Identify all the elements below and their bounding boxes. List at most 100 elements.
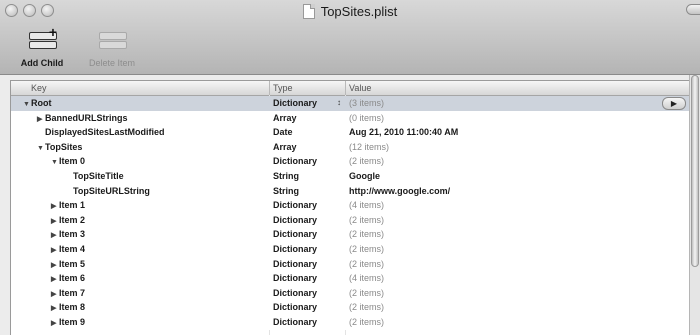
column-header-value[interactable]: Value bbox=[345, 81, 371, 95]
key-label: Item 9 bbox=[59, 316, 86, 327]
key-cell[interactable]: ▶ Item 7 bbox=[11, 288, 85, 298]
key-label: Item 4 bbox=[59, 243, 86, 254]
disclosure-closed-icon[interactable]: ▶ bbox=[51, 304, 59, 312]
key-cell[interactable]: ▶ Item 2 bbox=[11, 215, 85, 225]
value-cell[interactable]: http://www.google.com/ bbox=[349, 186, 450, 196]
value-cell[interactable]: (2 items) bbox=[349, 244, 384, 254]
key-cell[interactable]: ▶ Item 9 bbox=[11, 317, 85, 327]
type-cell[interactable]: Dictionary bbox=[273, 215, 317, 225]
disclosure-open-icon[interactable]: ▼ bbox=[51, 159, 59, 166]
value-cell[interactable]: (2 items) bbox=[349, 229, 384, 239]
value-cell[interactable]: (3 items) bbox=[349, 98, 384, 108]
value-cell[interactable]: Aug 21, 2010 11:00:40 AM bbox=[349, 127, 458, 137]
table-row[interactable]: ▶ Item 2 Dictionary (2 items) bbox=[11, 212, 689, 228]
key-label: Item 5 bbox=[59, 258, 86, 269]
table-row[interactable]: ▶ Item 7 Dictionary (2 items) bbox=[11, 285, 689, 301]
type-cell[interactable]: Dictionary bbox=[273, 259, 317, 269]
type-cell[interactable]: Dictionary bbox=[273, 288, 317, 298]
plist-editor-window: TopSites.plist + Add Child Delete Item K… bbox=[0, 0, 700, 335]
table-row[interactable]: ▶ Item 1 Dictionary (4 items) bbox=[11, 198, 689, 213]
key-cell[interactable]: ▶ Item 3 bbox=[11, 229, 85, 239]
table-row[interactable]: ▶ Item 5 Dictionary (2 items) bbox=[11, 256, 689, 272]
table-row[interactable]: DisplayedSitesLastModified Date Aug 21, 20… bbox=[11, 125, 689, 140]
key-label: Item 3 bbox=[59, 229, 86, 240]
table-row[interactable]: ▶ Item 8 Dictionary (2 items) bbox=[11, 300, 689, 315]
type-cell[interactable]: Array bbox=[273, 113, 297, 123]
table-row[interactable]: ▶ Item 3 Dictionary (2 items) bbox=[11, 227, 689, 242]
key-cell[interactable]: ▶ Item 6 bbox=[11, 273, 85, 283]
type-cell[interactable]: Dictionary bbox=[273, 317, 317, 327]
key-label: Item 2 bbox=[59, 214, 86, 225]
disclosure-closed-icon[interactable]: ▶ bbox=[51, 231, 59, 239]
table-row[interactable]: TopSiteURLString String http://www.google.… bbox=[11, 183, 689, 199]
type-popup-icon[interactable]: ↕ bbox=[337, 98, 341, 107]
type-cell[interactable]: String bbox=[273, 171, 299, 181]
key-cell[interactable]: ▶ Item 1 bbox=[11, 200, 85, 210]
type-cell[interactable]: Dictionary bbox=[273, 200, 317, 210]
type-cell[interactable]: String bbox=[273, 186, 299, 196]
type-cell[interactable]: Dictionary bbox=[273, 156, 317, 166]
type-cell[interactable]: Dictionary bbox=[273, 302, 317, 312]
value-cell[interactable]: (2 items) bbox=[349, 302, 384, 312]
key-cell[interactable]: ▼Item 0 bbox=[11, 156, 85, 166]
key-cell[interactable]: ▼Root bbox=[11, 98, 52, 108]
add-child-button[interactable]: + Add Child bbox=[4, 25, 80, 72]
add-child-label: Add Child bbox=[20, 58, 64, 68]
key-cell[interactable]: DisplayedSitesLastModified bbox=[11, 127, 165, 137]
window-title-area: TopSites.plist bbox=[0, 1, 700, 21]
column-header-type[interactable]: Type bbox=[269, 81, 293, 95]
key-cell[interactable]: ▶ BannedURLStrings bbox=[11, 113, 128, 123]
value-cell[interactable]: (2 items) bbox=[349, 215, 384, 225]
table-body: ▼Root Dictionary ↕ (3 items) ▶ BannedURLStrin… bbox=[11, 96, 689, 330]
key-label: TopSiteTitle bbox=[73, 170, 124, 181]
key-cell[interactable]: ▼TopSites bbox=[11, 142, 82, 152]
table-row[interactable]: ▶ Item 6 Dictionary (4 items) bbox=[11, 271, 689, 286]
value-cell[interactable]: (0 items) bbox=[349, 113, 384, 123]
key-cell[interactable]: TopSiteTitle bbox=[11, 171, 124, 181]
disclosure-closed-icon[interactable]: ▶ bbox=[51, 202, 59, 210]
value-cell[interactable]: (4 items) bbox=[349, 200, 384, 210]
disclosure-closed-icon[interactable]: ▶ bbox=[51, 217, 59, 225]
key-cell[interactable]: ▶ Item 5 bbox=[11, 259, 85, 269]
disclosure-closed-icon[interactable]: ▶ bbox=[51, 246, 59, 254]
column-header-key[interactable]: Key bbox=[31, 83, 47, 93]
table-row[interactable]: ▶ BannedURLStrings Array (0 items) bbox=[11, 110, 689, 126]
table-row[interactable]: ▼Root Dictionary ↕ (3 items) bbox=[11, 96, 689, 111]
table-row[interactable]: ▶ Item 9 Dictionary (2 items) bbox=[11, 314, 689, 330]
value-cell[interactable]: (2 items) bbox=[349, 156, 384, 166]
toolbar-toggle-button[interactable] bbox=[686, 4, 700, 15]
disclosure-closed-icon[interactable]: ▶ bbox=[51, 290, 59, 298]
value-cell[interactable]: (2 items) bbox=[349, 259, 384, 269]
value-cell[interactable]: (12 items) bbox=[349, 142, 389, 152]
type-cell[interactable]: Dictionary bbox=[273, 273, 317, 283]
table-row[interactable]: ▶ Item 4 Dictionary (2 items) bbox=[11, 241, 689, 257]
type-cell[interactable]: Date bbox=[273, 127, 293, 137]
disclosure-closed-icon[interactable]: ▶ bbox=[51, 275, 59, 283]
window-title: TopSites.plist bbox=[320, 3, 398, 19]
key-cell[interactable]: ▶ Item 8 bbox=[11, 302, 85, 312]
scroll-thumb[interactable] bbox=[691, 75, 699, 267]
vertical-scrollbar[interactable] bbox=[689, 75, 700, 335]
title-toolbar: TopSites.plist + Add Child Delete Item bbox=[0, 0, 700, 75]
disclosure-open-icon[interactable]: ▼ bbox=[23, 101, 31, 108]
delete-item-button[interactable]: Delete Item bbox=[74, 26, 150, 72]
table-row[interactable]: TopSiteTitle String Google bbox=[11, 168, 689, 184]
key-label: Item 7 bbox=[59, 287, 86, 298]
value-cell[interactable]: Google bbox=[349, 171, 380, 181]
type-cell[interactable]: Dictionary bbox=[273, 244, 317, 254]
value-cell[interactable]: (2 items) bbox=[349, 288, 384, 298]
value-cell[interactable]: (2 items) bbox=[349, 317, 384, 327]
disclosure-closed-icon[interactable]: ▶ bbox=[51, 261, 59, 269]
table-row[interactable]: ▼Item 0 Dictionary (2 items) bbox=[11, 154, 689, 169]
disclosure-closed-icon[interactable]: ▶ bbox=[51, 319, 59, 327]
disclosure-open-icon[interactable]: ▼ bbox=[37, 145, 45, 152]
expand-button[interactable]: ▶ bbox=[662, 97, 686, 110]
type-cell[interactable]: Array bbox=[273, 142, 297, 152]
value-cell[interactable]: (4 items) bbox=[349, 273, 384, 283]
key-cell[interactable]: TopSiteURLString bbox=[11, 186, 150, 196]
table-row[interactable]: ▼TopSites Array (12 items) bbox=[11, 139, 689, 155]
type-cell[interactable]: Dictionary bbox=[273, 229, 317, 239]
type-cell[interactable]: Dictionary bbox=[273, 98, 317, 108]
disclosure-closed-icon[interactable]: ▶ bbox=[37, 115, 45, 123]
key-cell[interactable]: ▶ Item 4 bbox=[11, 244, 85, 254]
